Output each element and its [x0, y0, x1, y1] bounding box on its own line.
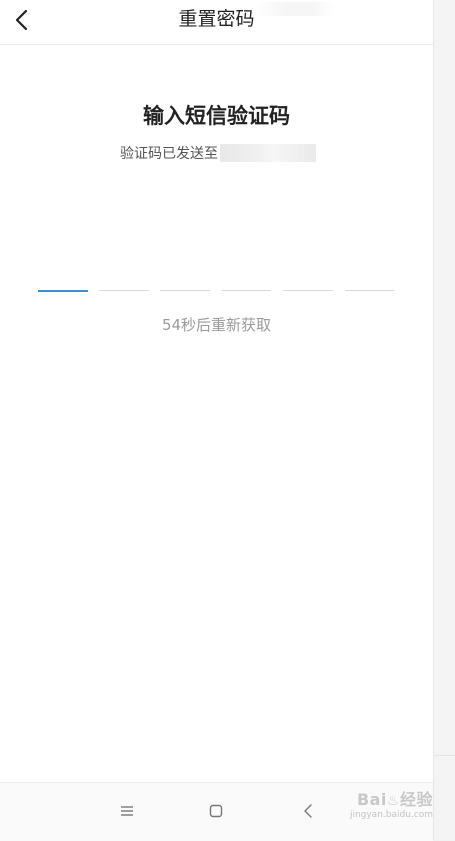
square-home-icon: [209, 804, 223, 818]
sent-to-label: 验证码已发送至: [120, 146, 218, 162]
code-slot-4[interactable]: [221, 290, 271, 291]
code-slot-5[interactable]: [283, 290, 333, 291]
code-slot-3[interactable]: [160, 290, 210, 291]
chevron-left-icon: [304, 804, 312, 818]
sms-heading: 输入短信验证码: [143, 104, 290, 128]
blurred-status: [255, 2, 335, 16]
side-panel: [434, 0, 455, 840]
verification-code-input[interactable]: [38, 290, 398, 293]
code-slot-2[interactable]: [99, 290, 149, 291]
baidu-watermark: Bai♨经验 jingyan.baidu.com: [338, 786, 433, 830]
watermark-logo: Bai♨经验: [356, 790, 433, 809]
page-title: 重置密码: [178, 8, 255, 30]
resend-countdown: 54秒后重新获取: [161, 316, 272, 334]
nav-menu-button[interactable]: [112, 797, 142, 825]
masked-phone-number: [220, 144, 316, 162]
code-slot-6[interactable]: [345, 290, 395, 291]
phone-screen: 重置密码 输入短信验证码 验证码已发送至 54秒后重新获取 Bai♨经验 jin…: [0, 0, 434, 841]
nav-home-button[interactable]: [201, 797, 231, 825]
code-slot-1[interactable]: [38, 290, 88, 292]
menu-icon: [121, 806, 133, 816]
sent-to-line: 验证码已发送至: [120, 142, 316, 164]
watermark-url: jingyan.baidu.com: [349, 810, 433, 820]
top-bar: 重置密码: [0, 0, 433, 45]
nav-back-button[interactable]: [293, 797, 323, 825]
side-divider: [434, 755, 455, 756]
